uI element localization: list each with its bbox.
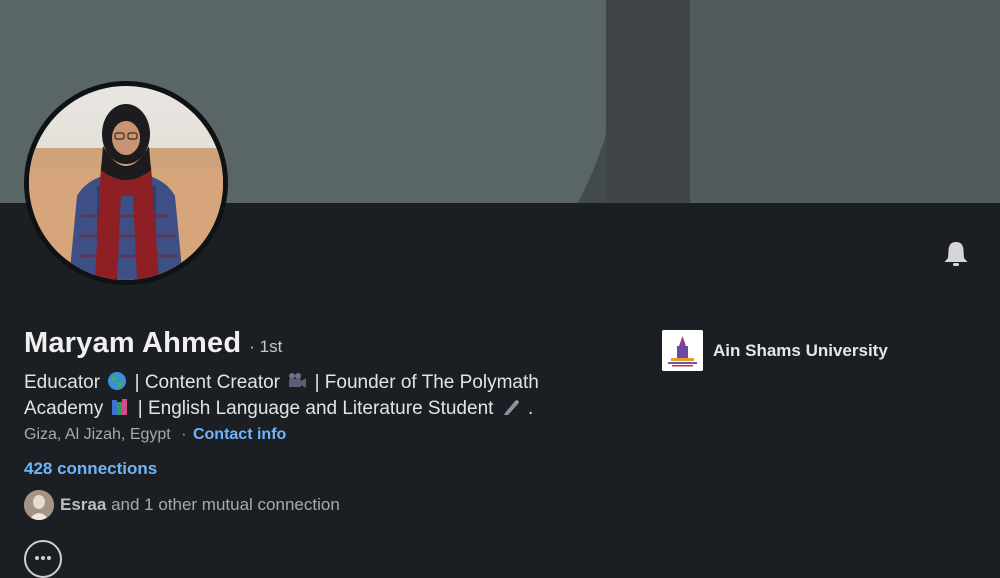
more-icon — [47, 556, 51, 560]
cover-shape-dark — [606, 0, 690, 203]
headline-text: | Content Creator — [134, 372, 281, 393]
globe-emoji — [107, 371, 127, 391]
more-icon — [41, 556, 45, 560]
mutual-avatar — [24, 490, 54, 520]
mutual-name: Esraa — [60, 495, 107, 514]
headline-text: Educator — [24, 372, 101, 393]
headline-text: Academy — [24, 398, 104, 419]
location-row: Giza, Al Jizah, Egypt · Contact info — [24, 426, 286, 444]
profile-photo-frame[interactable] — [24, 81, 228, 285]
movie-camera-emoji — [287, 371, 307, 391]
mutual-connections[interactable]: Esraa and 1 other mutual connection — [24, 490, 340, 520]
education-item[interactable]: Ain Shams University — [662, 330, 888, 371]
connections-link[interactable]: 428 connections — [24, 459, 157, 479]
profile-headline: Educator | Content Creator | Founder of … — [24, 370, 604, 422]
bell-icon[interactable] — [941, 239, 971, 269]
separator: · — [181, 426, 187, 443]
headline-text: | English Language and Literature Studen… — [137, 398, 494, 419]
headline-text: . — [527, 398, 534, 419]
location-text: Giza, Al Jizah, Egypt — [24, 426, 171, 443]
university-logo — [662, 330, 703, 371]
profile-name: Maryam Ahmed — [24, 327, 242, 359]
more-button[interactable] — [24, 540, 62, 578]
books-emoji — [110, 397, 130, 417]
more-icon — [35, 556, 39, 560]
connection-degree: · 1st — [249, 337, 283, 356]
profile-photo[interactable] — [29, 86, 223, 280]
mutual-description: and 1 other mutual connection — [111, 495, 340, 514]
cover-shape-right — [690, 0, 1000, 203]
university-name: Ain Shams University — [713, 340, 888, 360]
name-row: Maryam Ahmed · 1st — [24, 327, 282, 360]
mutual-text: Esraa and 1 other mutual connection — [60, 495, 340, 515]
headline-text: | Founder of The Polymath — [314, 372, 539, 393]
pen-emoji — [501, 397, 521, 417]
contact-info-link[interactable]: Contact info — [193, 426, 286, 443]
